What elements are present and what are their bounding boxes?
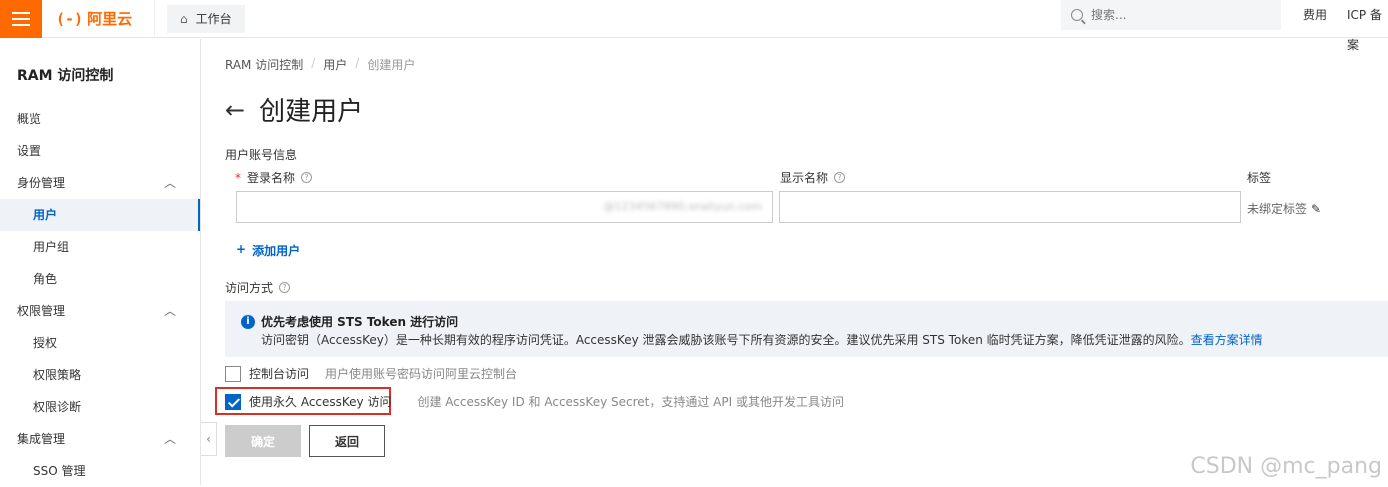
page-title: ← 创建用户	[225, 91, 363, 128]
sidebar-item-label: SSO 管理	[33, 464, 86, 478]
sidebar-group-permissions[interactable]: 权限管理 ︿	[0, 295, 200, 327]
sidebar-item-label: 设置	[17, 144, 42, 158]
notice-body: 访问密钥（AccessKey）是一种长期有效的程序访问凭证。AccessKey …	[261, 331, 1263, 348]
sidebar-item-label: 概览	[17, 112, 42, 126]
edit-icon[interactable]: ✎	[1311, 202, 1321, 216]
sidebar-item-sso[interactable]: SSO 管理	[0, 455, 200, 487]
tag-label: 标签	[1247, 171, 1272, 185]
help-icon[interactable]: ?	[279, 282, 291, 293]
tag-value-text: 未绑定标签	[1247, 202, 1308, 216]
notice-title: 优先考虑使用 STS Token 进行访问	[261, 315, 459, 329]
sidebar-item-label: 权限管理	[17, 304, 66, 318]
home-icon: ⌂	[180, 11, 188, 26]
watermark: CSDN @mc_pang	[1190, 454, 1382, 479]
console-access-checkbox[interactable]	[225, 365, 241, 382]
required-mark: *	[235, 170, 241, 185]
accesskey-access-desc: 创建 AccessKey ID 和 AccessKey Secret，支持通过 …	[417, 395, 844, 409]
notice-body-text: 访问密钥（AccessKey）是一种长期有效的程序访问凭证。AccessKey …	[261, 333, 1191, 347]
sidebar-item-user-groups[interactable]: 用户组	[0, 231, 200, 263]
help-icon[interactable]: ?	[834, 172, 846, 183]
sidebar-item-label: 授权	[33, 336, 58, 350]
search-input[interactable]	[1091, 8, 1261, 22]
sidebar-item-policies[interactable]: 权限策略	[0, 359, 200, 391]
accesskey-access-checkbox[interactable]	[225, 393, 241, 410]
chevron-up-icon: ︿	[163, 304, 176, 318]
back-button[interactable]: 返回	[309, 425, 385, 457]
access-method-label-text: 访问方式	[225, 281, 274, 295]
sidebar-item-grants[interactable]: 授权	[0, 327, 200, 359]
confirm-button[interactable]: 确定	[225, 425, 301, 457]
display-name-input[interactable]	[779, 191, 1241, 223]
top-bar: (-) 阿里云 ⌂ 工作台 费用 ICP 备案	[0, 0, 1388, 52]
sidebar-item-diagnosis[interactable]: 权限诊断	[0, 391, 200, 423]
fee-link[interactable]: 费用	[1303, 0, 1327, 30]
breadcrumb-ram[interactable]: RAM 访问控制	[225, 56, 303, 73]
brand-logo[interactable]: (-) 阿里云	[42, 0, 155, 38]
workbench-label: 工作台	[195, 12, 232, 26]
workbench-button[interactable]: ⌂ 工作台	[167, 4, 245, 33]
login-name-input[interactable]: @1234567890.onaliyun.com	[236, 191, 773, 223]
brand-mark: (-)	[56, 9, 84, 28]
sts-notice: i 优先考虑使用 STS Token 进行访问 访问密钥（AccessKey）是…	[225, 301, 1388, 357]
page-title-text: 创建用户	[259, 97, 364, 127]
arrow-left-icon[interactable]: ←	[225, 98, 245, 122]
add-user-button[interactable]: + 添加用户	[236, 242, 300, 259]
sidebar-item-roles[interactable]: 角色	[0, 263, 200, 295]
display-name-label-text: 显示名称	[780, 171, 829, 185]
login-name-label-text: 登录名称	[247, 171, 296, 185]
sidebar: RAM 访问控制 概览 设置 身份管理 ︿ 用户 用户组 角色 权限管理 ︿ 授权 …	[0, 39, 201, 485]
sidebar-item-settings[interactable]: 设置	[0, 135, 200, 167]
main-content: RAM 访问控制 / 用户 / 创建用户 ← 创建用户 用户账号信息 * 登录名…	[201, 39, 1388, 485]
login-name-label: * 登录名称 ?	[235, 169, 313, 186]
breadcrumb-current: 创建用户	[367, 58, 416, 72]
sidebar-item-label: 角色	[33, 272, 58, 286]
login-name-suffix: @1234567890.onaliyun.com	[603, 200, 762, 213]
sidebar-group-integration[interactable]: 集成管理 ︿	[0, 423, 200, 455]
access-method-label: 访问方式 ?	[225, 279, 291, 296]
info-icon: i	[241, 315, 255, 329]
search-icon	[1071, 9, 1083, 21]
breadcrumb: RAM 访问控制 / 用户 / 创建用户	[225, 56, 415, 73]
console-access-desc: 用户使用账号密码访问阿里云控制台	[325, 367, 518, 381]
accesskey-access-label: 使用永久 AccessKey 访问	[249, 395, 392, 409]
icp-link[interactable]: ICP 备案	[1347, 0, 1388, 52]
breadcrumb-separator: /	[355, 56, 360, 70]
sidebar-item-label: 权限诊断	[33, 400, 82, 414]
sidebar-item-label: 用户	[33, 208, 58, 222]
sidebar-group-identity[interactable]: 身份管理 ︿	[0, 167, 200, 199]
add-user-label: 添加用户	[252, 244, 301, 258]
sidebar-item-users[interactable]: 用户	[0, 199, 200, 231]
sidebar-item-label: 权限策略	[33, 368, 82, 382]
breadcrumb-separator: /	[311, 56, 316, 70]
sidebar-title: RAM 访问控制	[17, 68, 114, 84]
menu-icon[interactable]	[0, 0, 42, 38]
console-access-label: 控制台访问	[249, 367, 310, 381]
chevron-up-icon: ︿	[163, 176, 176, 190]
display-name-label: 显示名称 ?	[780, 169, 846, 186]
accesskey-access-option[interactable]: 使用永久 AccessKey 访问 创建 AccessKey ID 和 Acce…	[225, 393, 844, 410]
brand-name: 阿里云	[87, 10, 133, 28]
search-box[interactable]	[1061, 0, 1281, 30]
notice-link[interactable]: 查看方案详情	[1191, 333, 1263, 347]
help-icon[interactable]: ?	[301, 172, 313, 183]
plus-icon: +	[236, 242, 247, 256]
breadcrumb-users[interactable]: 用户	[323, 56, 347, 73]
tag-value: 未绑定标签 ✎	[1247, 200, 1321, 217]
chevron-up-icon: ︿	[163, 432, 176, 446]
sidebar-item-label: 集成管理	[17, 432, 66, 446]
sidebar-item-label: 用户组	[33, 240, 70, 254]
sidebar-item-label: 身份管理	[17, 176, 66, 190]
section-account-info: 用户账号信息	[225, 148, 298, 162]
sidebar-item-overview[interactable]: 概览	[0, 103, 200, 135]
console-access-option[interactable]: 控制台访问 用户使用账号密码访问阿里云控制台	[225, 365, 517, 382]
